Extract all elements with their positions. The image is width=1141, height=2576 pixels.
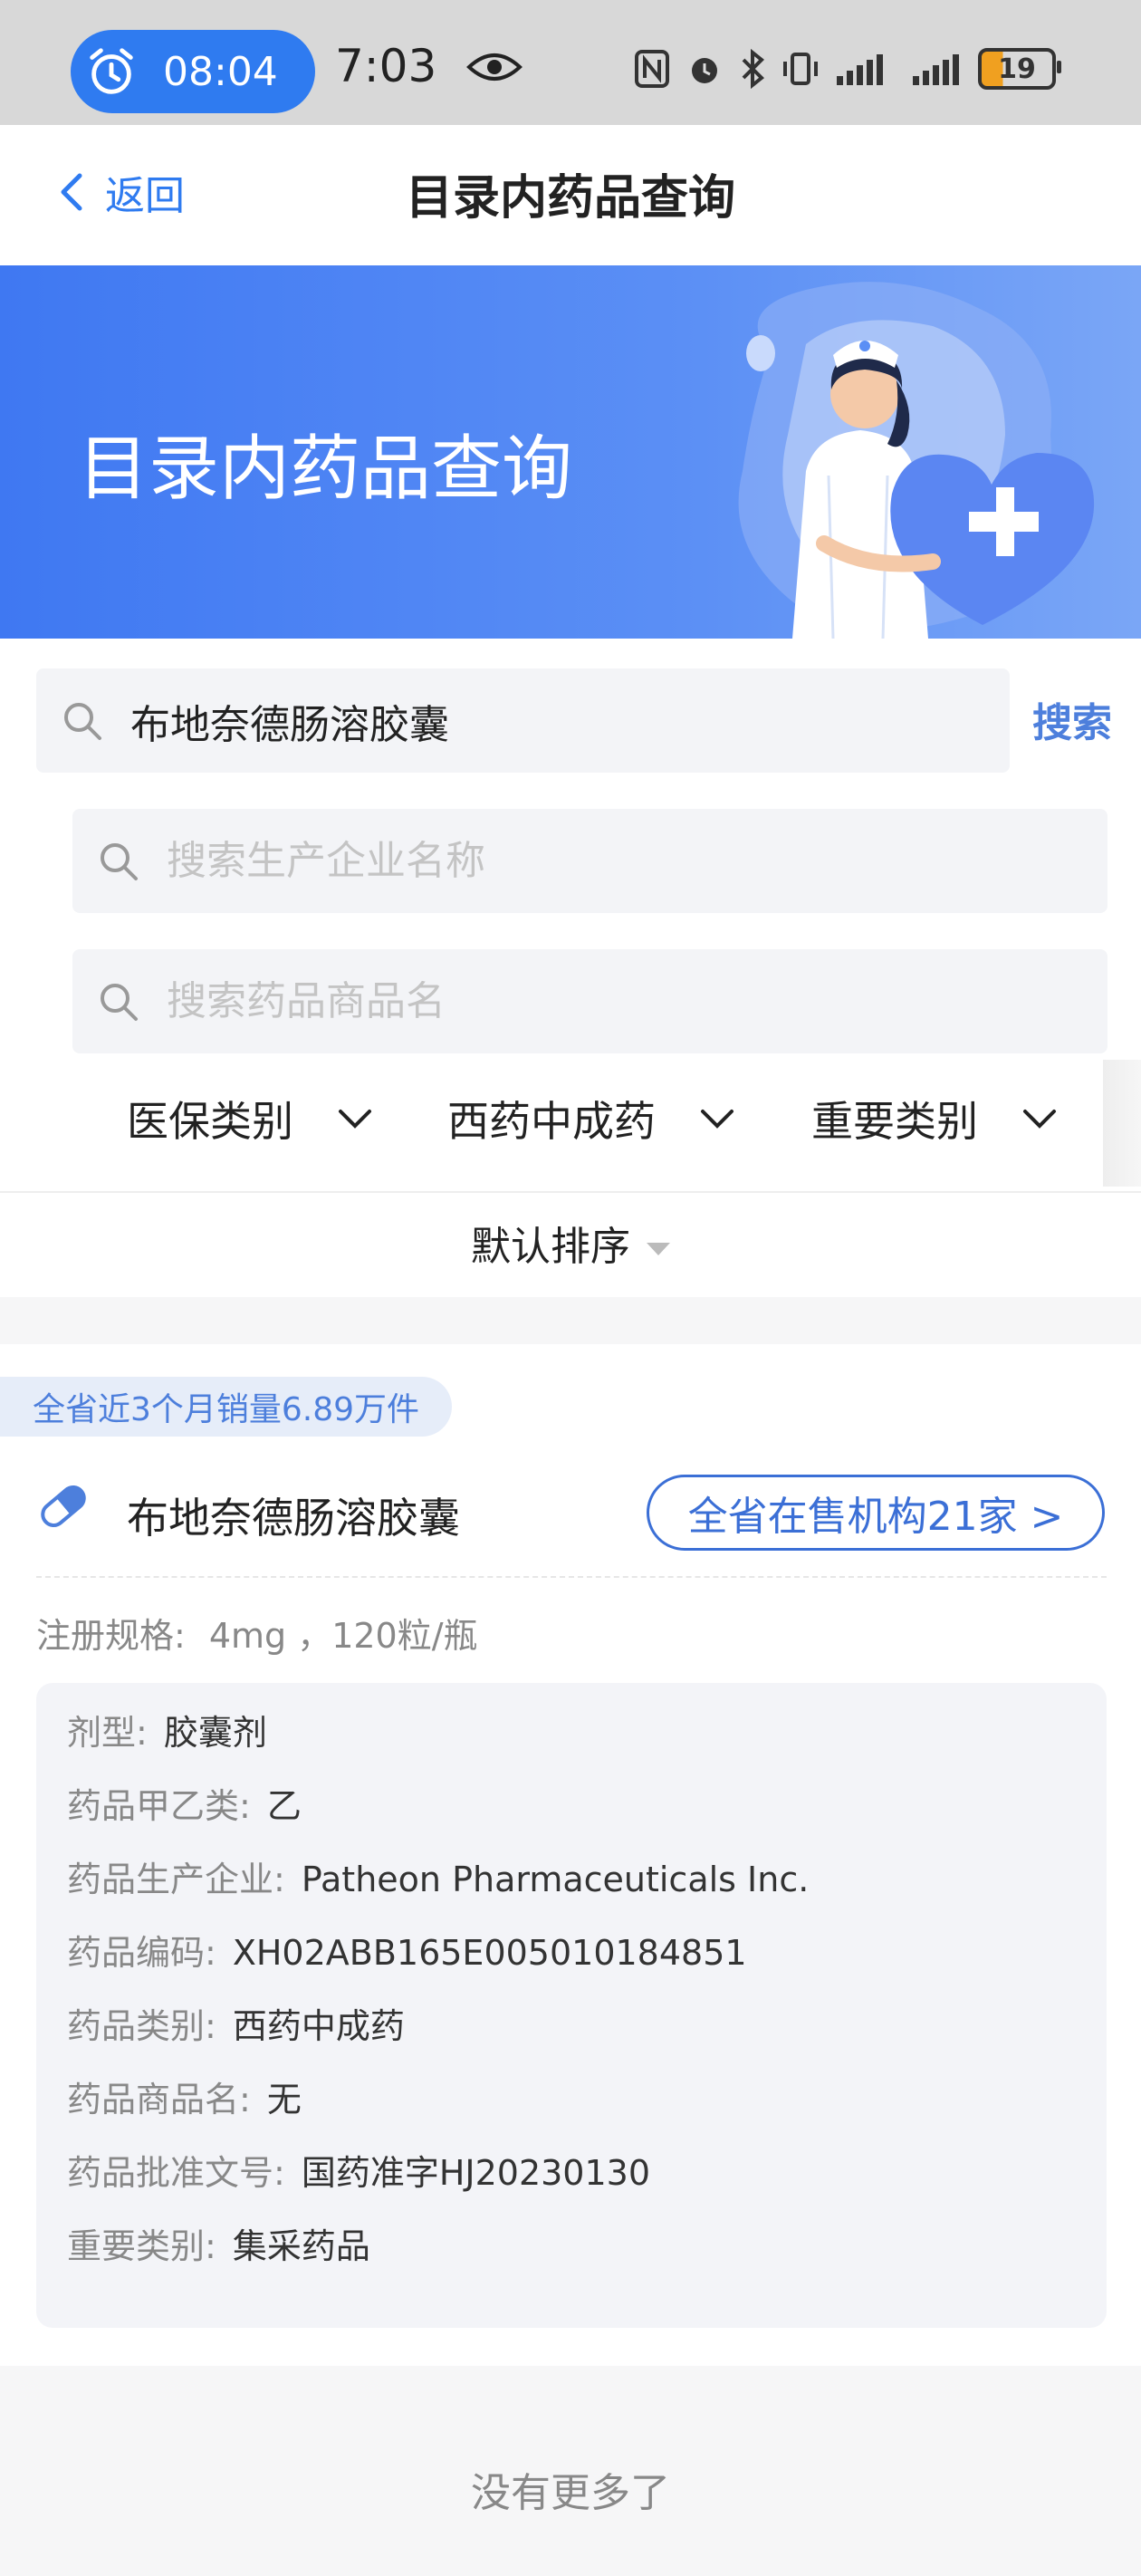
detail-row-code: 药品编码: XH02ABB165E005010184851 [67,1925,747,1975]
capsule-icon [41,1485,86,1527]
detail-label: 药品生产企业: [67,1860,285,1899]
detail-label: 药品甲乙类: [67,1786,251,1826]
nurse-illustration [738,282,1095,639]
search-icon [64,702,101,740]
company-search-bar [72,809,1107,913]
signal-icon [837,54,883,85]
status-icons: 19 [634,42,1061,96]
drug-details-panel: 剂型: 胶囊剂 药品甲乙类: 乙 药品生产企业: Patheon Pharmaceut… [36,1683,1107,2328]
filter-label: 重要类别 [811,1097,978,1146]
detail-label: 药品编码: [67,1933,216,1973]
search-icon [101,842,138,880]
detail-label: 药品类别: [67,2006,216,2046]
detail-value: Patheon Pharmaceuticals Inc. [301,1860,810,1899]
page-title: 目录内药品查询 [405,171,735,226]
company-search-input[interactable] [165,837,1074,885]
alarm-status-icon [692,58,717,83]
detail-row-important-category: 重要类别: 集采药品 [67,2218,370,2268]
drug-name: 布地奈德肠溶胶囊 [127,1494,460,1543]
filter-important-category[interactable]: 重要类别 [811,1060,1058,1177]
chevron-down-icon [1023,1110,1056,1129]
search-icon [101,983,138,1021]
caret-down-icon [647,1243,670,1255]
alarm-clock-icon [90,48,133,94]
filter-scroll-edge [1103,1060,1141,1187]
filter-label: 医保类别 [127,1097,293,1146]
divider [36,1576,1107,1578]
detail-value: 胶囊剂 [163,1713,267,1753]
drug-search-bar [36,668,1010,773]
sort-dropdown[interactable]: 默认排序 [0,1214,1141,1272]
detail-value: XH02ABB165E005010184851 [232,1933,747,1973]
search-button[interactable]: 搜索 [1032,690,1112,748]
sales-badge: 全省近3个月销量6.89万件 [0,1377,453,1437]
detail-label: 药品商品名: [67,2080,251,2119]
stores-button[interactable]: 全省在售机构21家 > [647,1475,1105,1551]
sort-label: 默认排序 [471,1224,630,1270]
status-clock: 7:03 [335,40,437,92]
signal-2-icon [913,54,959,85]
battery-level: 19 [998,53,1036,85]
alarm-indicator[interactable]: 08:04 [71,30,315,113]
spec-label: 注册规格: [36,1616,186,1656]
spec-value: 4mg ，120粒/瓶 [208,1616,478,1656]
battery-icon: 19 [978,48,1061,90]
section-gap [0,1297,1141,1344]
detail-label: 药品批准文号: [67,2153,285,2193]
detail-row-manufacturer: 药品生产企业: Patheon Pharmaceuticals Inc. [67,1851,809,1901]
detail-value: 西药中成药 [232,2006,405,2046]
detail-label: 剂型: [67,1713,148,1753]
spec-row: 注册规格: 4mg ，120粒/瓶 [36,1608,478,1658]
detail-row-dosage-form: 剂型: 胶囊剂 [67,1705,267,1754]
detail-row-class: 药品甲乙类: 乙 [67,1778,302,1828]
filter-insurance-category[interactable]: 医保类别 [127,1060,373,1177]
detail-row-approval-number: 药品批准文号: 国药准字HJ20230130 [67,2145,650,2195]
bluetooth-icon [742,49,764,89]
detail-label: 重要类别: [67,2226,216,2266]
detail-value: 乙 [266,1786,302,1826]
detail-row-brand-name: 药品商品名: 无 [67,2071,302,2121]
drug-search-input[interactable] [129,697,947,745]
brand-search-bar [72,949,1107,1053]
alarm-time: 08:04 [163,48,278,95]
detail-value: 国药准字HJ20230130 [301,2153,651,2193]
eye-icon [466,53,523,81]
detail-value: 集采药品 [232,2226,370,2266]
no-more-text: 没有更多了 [471,2470,670,2516]
nfc-icon [635,50,669,88]
detail-row-category: 药品类别: 西药中成药 [67,1998,405,2048]
banner-title: 目录内药品查询 [78,428,573,510]
filter-medicine-type[interactable]: 西药中成药 [447,1060,735,1177]
filter-bar: 医保类别 西药中成药 重要类别 [0,1060,1141,1191]
chevron-down-icon [701,1110,734,1129]
vibrate-icon [783,53,818,85]
chevron-down-icon [339,1110,371,1129]
detail-value: 无 [266,2080,302,2119]
divider [0,1191,1141,1193]
brand-search-input[interactable] [165,977,1074,1025]
filter-label: 西药中成药 [447,1097,656,1146]
